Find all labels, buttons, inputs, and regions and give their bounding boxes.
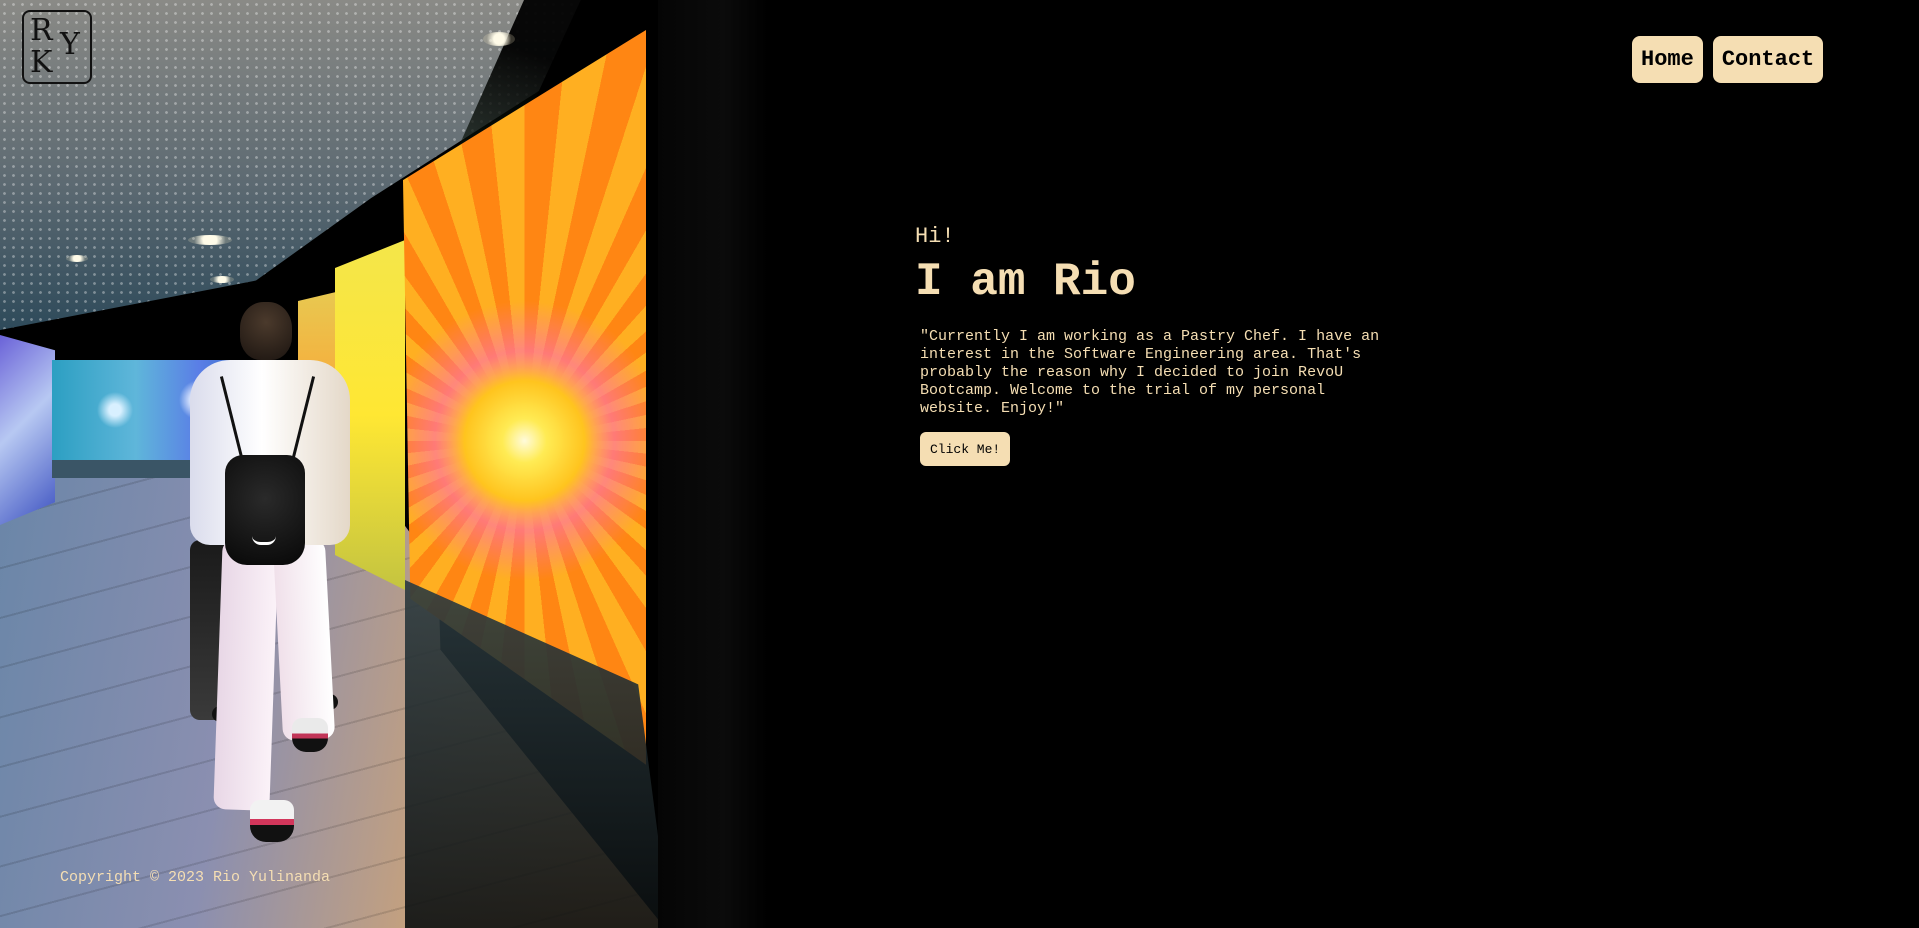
photo-ceiling-lamp	[210, 276, 234, 283]
hero-greeting: Hi!	[915, 224, 955, 249]
photo-backpack	[225, 455, 305, 565]
photo-ceiling-lamp	[66, 255, 88, 262]
photo-person-shoe	[250, 800, 294, 842]
logo-letter-k: K	[30, 45, 53, 80]
hero-title: I am Rio	[915, 256, 1136, 308]
click-me-button[interactable]: Click Me!	[920, 432, 1011, 466]
photo-edge-fade	[658, 0, 768, 928]
nav-home-button[interactable]: Home	[1632, 36, 1703, 83]
hero-photo	[0, 0, 768, 928]
photo-person-leg	[272, 538, 336, 742]
site-logo[interactable]: R Y K	[22, 10, 92, 84]
photo-left-screen	[0, 335, 55, 525]
nav-contact-button[interactable]: Contact	[1712, 36, 1824, 83]
hero-section: Hi! I am Rio "Currently I am working as …	[915, 220, 1385, 466]
main-nav: Home Contact	[1632, 36, 1824, 83]
photo-ceiling-lamp	[188, 235, 232, 245]
photo-person-leg	[213, 539, 279, 811]
copyright-text: Copyright © 2023 Rio Yulinanda	[60, 869, 331, 886]
photo-person-head	[240, 302, 292, 360]
logo-letter-r: R	[30, 13, 53, 48]
logo-letter-y: Y	[60, 27, 80, 62]
photo-person-shoe	[292, 718, 328, 752]
hero-bio: "Currently I am working as a Pastry Chef…	[920, 328, 1380, 417]
photo-ceiling-lamp	[483, 32, 515, 46]
